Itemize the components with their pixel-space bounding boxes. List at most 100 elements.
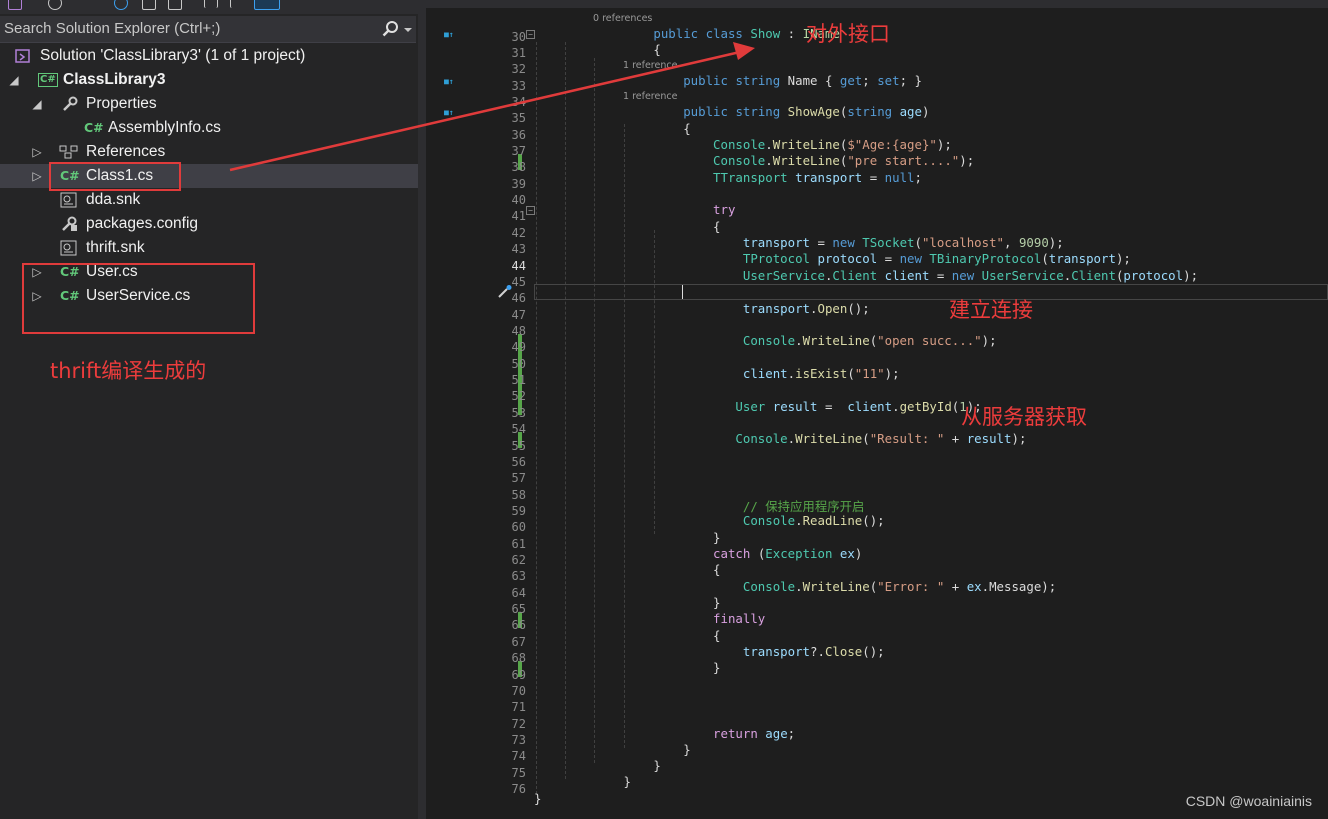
view-code-icon[interactable] — [204, 0, 218, 8]
line-number: 45 — [511, 274, 526, 289]
string-literal: "Result: " — [869, 431, 945, 446]
collapsed-arrow-icon[interactable]: ▷ — [31, 164, 43, 188]
tree-item-label: dda.snk — [86, 191, 141, 208]
line-number: 60 — [511, 520, 526, 535]
line-number: 37 — [511, 144, 526, 159]
codelens-references[interactable]: 1 reference — [623, 91, 677, 102]
search-icon[interactable] — [381, 20, 401, 40]
line-number: 69 — [511, 667, 526, 682]
line-number: 40 — [511, 193, 526, 208]
code-line-31: { — [534, 42, 661, 57]
solution-icon — [15, 49, 30, 63]
tree-item-thrift-snk[interactable]: thrift.snk — [0, 236, 418, 260]
properties-wrench-icon[interactable] — [230, 0, 243, 8]
search-solution-explorer-box[interactable]: Search Solution Explorer (Ctrl+;) — [0, 16, 416, 43]
tree-item-assemblyinfo[interactable]: C# AssemblyInfo.cs — [0, 116, 418, 140]
line-number: 44 — [511, 258, 526, 273]
tree-item-properties[interactable]: ◢ Properties — [0, 92, 418, 116]
code-line-74: } — [534, 774, 631, 789]
tree-item-references[interactable]: ▷ References — [0, 140, 418, 164]
code-line-33: public string ShowAge(string age) — [683, 104, 930, 119]
code-line-39: try — [713, 202, 736, 217]
line-number: 70 — [511, 683, 526, 698]
line-number: 72 — [511, 716, 526, 731]
code-line-73: } — [534, 758, 661, 773]
tree-item-project[interactable]: ◢ C# ClassLibrary3 — [0, 68, 418, 92]
forward-icon[interactable] — [88, 0, 100, 9]
string-literal: "localhost" — [921, 235, 1005, 250]
line-number: 30 — [511, 29, 526, 44]
preview-icon[interactable] — [254, 0, 280, 10]
codelens-references[interactable]: 1 reference — [623, 60, 677, 71]
line-number: 48 — [511, 323, 526, 338]
code-line-61: { — [534, 562, 721, 577]
wrench-icon — [63, 96, 78, 111]
line-number: 58 — [511, 487, 526, 502]
code-line-66: transport?.Close(); — [742, 644, 885, 659]
tree-item-label: Properties — [86, 95, 157, 112]
code-line-72: } — [534, 742, 691, 757]
line-number: 38 — [511, 160, 526, 175]
line-number: 57 — [511, 471, 526, 486]
tree-item-label: packages.config — [86, 215, 199, 232]
code-line-41: transport = new TSocket("localhost", 909… — [742, 235, 1064, 250]
line-number: 54 — [511, 422, 526, 437]
highlight-box-class1 — [49, 162, 181, 191]
annotation-fetch: 从服务器获取 — [961, 405, 1087, 429]
collapse-all-icon[interactable] — [142, 0, 156, 10]
line-number: 62 — [511, 553, 526, 568]
implements-icon[interactable]: ■↑ — [444, 30, 454, 39]
line-number: 33 — [511, 78, 526, 93]
line-number: 64 — [511, 585, 526, 600]
tree-item-solution[interactable]: Solution 'ClassLibrary3' (1 of 1 project… — [0, 44, 418, 68]
line-number: 35 — [511, 111, 526, 126]
expanded-arrow-icon[interactable]: ◢ — [8, 68, 20, 92]
config-file-icon — [62, 216, 77, 231]
implements-icon[interactable]: ■↑ — [444, 77, 454, 86]
refresh-icon[interactable] — [114, 0, 128, 10]
code-line-42: TProtocol protocol = new TBinaryProtocol… — [742, 251, 1131, 266]
line-number: 51 — [511, 373, 526, 388]
show-all-files-icon[interactable] — [168, 0, 182, 10]
code-line-75: } — [534, 791, 542, 806]
code-line-43: UserService.Client client = new UserServ… — [742, 268, 1199, 283]
tree-item-dda-snk[interactable]: dda.snk — [0, 188, 418, 212]
solution-explorer-panel: Search Solution Explorer (Ctrl+;) Soluti… — [0, 0, 418, 819]
line-number: 50 — [511, 356, 526, 371]
line-number: 46 — [511, 291, 526, 306]
code-line-58: Console.ReadLine(); — [742, 513, 885, 528]
line-number: 34 — [511, 94, 526, 109]
panel-splitter[interactable] — [418, 0, 426, 819]
code-line-53: Console.WriteLine("Result: " + result); — [735, 431, 1027, 446]
line-number: 68 — [511, 651, 526, 666]
solution-explorer-toolbar — [0, 0, 418, 14]
code-line-63: } — [534, 595, 721, 610]
line-number: 61 — [511, 536, 526, 551]
expanded-arrow-icon[interactable]: ◢ — [31, 92, 43, 116]
line-number: 67 — [511, 634, 526, 649]
code-line-34: { — [534, 121, 691, 136]
line-number: 63 — [511, 569, 526, 584]
string-literal: "Error: " — [877, 579, 945, 594]
code-comment: // 保持应用程序开启 — [742, 499, 865, 514]
vs-logo-icon[interactable] — [8, 0, 22, 10]
code-line-30: public class Show : IName — [653, 26, 840, 41]
code-line-35: Console.WriteLine($"Age:{age}"); — [713, 137, 952, 152]
string-literal: "pre start...." — [847, 153, 960, 168]
line-number: 56 — [511, 454, 526, 469]
line-number: 53 — [511, 405, 526, 420]
code-line-67: } — [534, 660, 721, 675]
line-number: 66 — [511, 618, 526, 633]
sync-icon[interactable] — [48, 0, 62, 10]
code-editor[interactable]: ■↑ ■↑ ■↑ − − 30 31 32 33 34 35 36 37 38 39 40 41 42 4… — [426, 0, 1328, 819]
chevron-down-icon[interactable] — [404, 28, 412, 32]
collapsed-arrow-icon[interactable]: ▷ — [31, 140, 43, 164]
annotation-interface: 对外接口 — [806, 22, 890, 46]
code-line-47: Console.WriteLine("open succ..."); — [742, 333, 997, 348]
codelens-references[interactable]: 0 references — [593, 13, 652, 24]
string-literal: $"Age:{age}" — [847, 137, 937, 152]
line-number: 42 — [511, 225, 526, 240]
key-file-icon — [60, 240, 77, 256]
tree-item-packages-config[interactable]: packages.config — [0, 212, 418, 236]
implements-icon[interactable]: ■↑ — [444, 108, 454, 117]
